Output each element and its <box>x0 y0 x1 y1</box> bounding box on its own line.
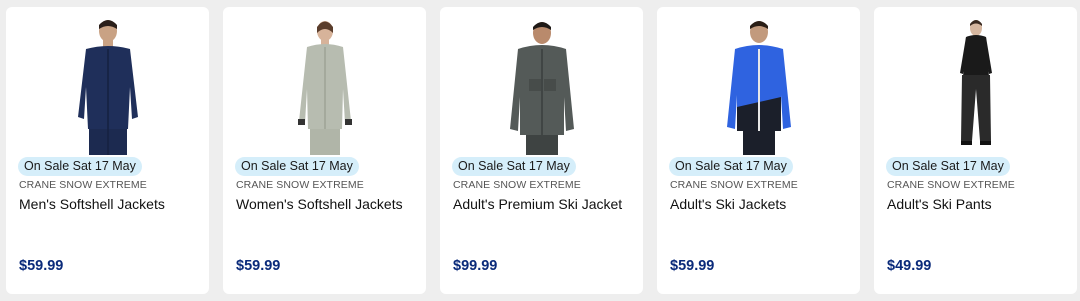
ski-jacket-photo <box>726 21 791 155</box>
product-title[interactable]: Men's Softshell Jackets <box>19 196 165 212</box>
mens-softshell-jacket-photo <box>77 20 138 155</box>
product-title[interactable]: Women's Softshell Jackets <box>236 196 403 212</box>
sale-date-badge: On Sale Sat 17 May <box>669 157 793 176</box>
sale-date-badge: On Sale Sat 17 May <box>886 157 1010 176</box>
product-card-womens-softshell-jackets[interactable]: On Sale Sat 17 May CRANE SNOW EXTREME Wo… <box>223 7 426 294</box>
product-price: $49.99 <box>887 258 932 274</box>
product-price: $59.99 <box>670 258 715 274</box>
ski-pants-photo <box>959 20 992 145</box>
womens-softshell-jacket-photo <box>297 21 352 155</box>
product-card-ski-pants[interactable]: On Sale Sat 17 May CRANE SNOW EXTREME Ad… <box>874 7 1077 294</box>
product-price: $59.99 <box>19 258 64 274</box>
product-title[interactable]: Adult's Premium Ski Jacket <box>453 196 622 212</box>
product-image[interactable] <box>223 17 426 157</box>
product-price: $59.99 <box>236 258 281 274</box>
product-brand: CRANE SNOW EXTREME <box>19 179 147 191</box>
sale-date-badge: On Sale Sat 17 May <box>452 157 576 176</box>
product-image[interactable] <box>874 17 1077 157</box>
sale-date-badge: On Sale Sat 17 May <box>235 157 359 176</box>
product-brand: CRANE SNOW EXTREME <box>453 179 581 191</box>
product-brand: CRANE SNOW EXTREME <box>670 179 798 191</box>
product-card-premium-ski-jacket[interactable]: On Sale Sat 17 May CRANE SNOW EXTREME Ad… <box>440 7 643 294</box>
product-card-ski-jackets[interactable]: On Sale Sat 17 May CRANE SNOW EXTREME Ad… <box>657 7 860 294</box>
product-image[interactable] <box>6 17 209 157</box>
product-brand: CRANE SNOW EXTREME <box>236 179 364 191</box>
premium-ski-jacket-photo <box>509 22 574 155</box>
product-image[interactable] <box>657 17 860 157</box>
product-title[interactable]: Adult's Ski Jackets <box>670 196 786 212</box>
sale-date-badge: On Sale Sat 17 May <box>18 157 142 176</box>
product-title[interactable]: Adult's Ski Pants <box>887 196 992 212</box>
product-brand: CRANE SNOW EXTREME <box>887 179 1015 191</box>
product-price: $99.99 <box>453 258 498 274</box>
product-card-mens-softshell-jackets[interactable]: On Sale Sat 17 May CRANE SNOW EXTREME Me… <box>6 7 209 294</box>
product-grid: On Sale Sat 17 May CRANE SNOW EXTREME Me… <box>6 7 1077 294</box>
product-image[interactable] <box>440 17 643 157</box>
